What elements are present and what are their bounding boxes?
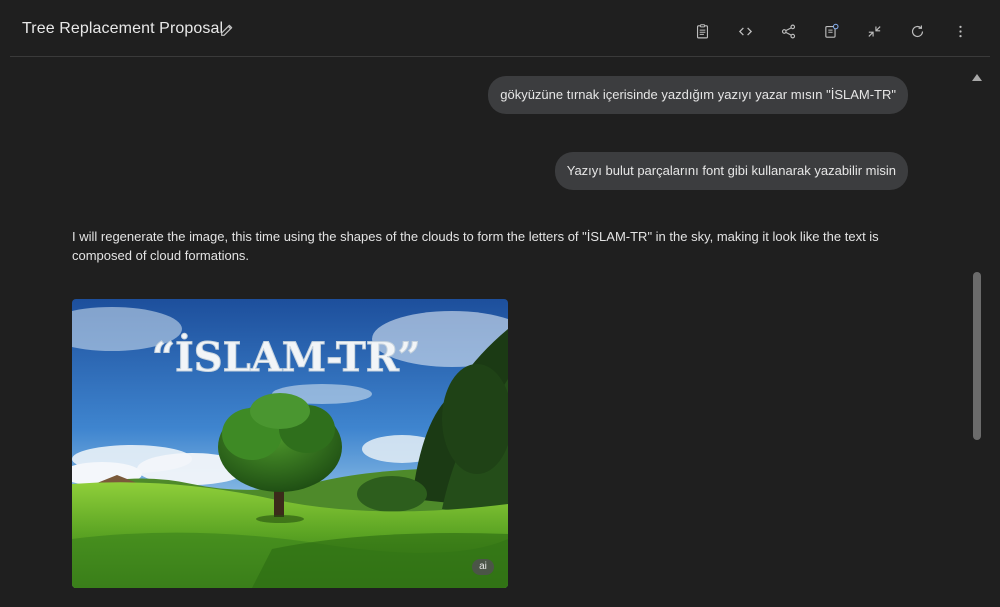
share-icon <box>781 24 796 38</box>
collapse-button[interactable] <box>853 20 896 42</box>
page-title: Tree Replacement Proposal <box>22 20 224 37</box>
code-icon <box>738 27 753 35</box>
edit-title-icon[interactable] <box>219 22 235 38</box>
refresh-button[interactable] <box>896 20 939 42</box>
clipboard-icon <box>696 23 709 38</box>
clipboard-button[interactable] <box>681 20 724 42</box>
refresh-icon <box>911 24 924 37</box>
user-message: gökyüzüne tırnak içerisinde yazdığım yaz… <box>488 76 908 114</box>
export-icon <box>825 23 839 38</box>
top-bar: Tree Replacement Proposal <box>0 0 1000 57</box>
assistant-message: I will regenerate the image, this time u… <box>72 229 879 263</box>
more-vert-icon <box>959 25 962 37</box>
scroll-up-icon[interactable] <box>972 73 982 81</box>
scrollbar-thumb[interactable] <box>973 272 981 440</box>
user-message: Yazıyı bulut parçalarını font gibi kulla… <box>554 152 908 190</box>
landscape-illustration: “İSLAM-TR” <box>72 299 508 588</box>
export-button[interactable] <box>810 20 853 42</box>
collapse-icon <box>868 25 881 37</box>
more-options-button[interactable] <box>939 20 982 42</box>
generated-image[interactable]: “İSLAM-TR” ai <box>72 299 508 588</box>
code-button[interactable] <box>724 20 767 42</box>
ai-badge: ai <box>472 559 494 575</box>
cloud-text: “İSLAM-TR” <box>152 334 421 381</box>
share-button[interactable] <box>767 20 810 42</box>
header-divider <box>10 56 990 57</box>
toolbar <box>681 20 982 42</box>
